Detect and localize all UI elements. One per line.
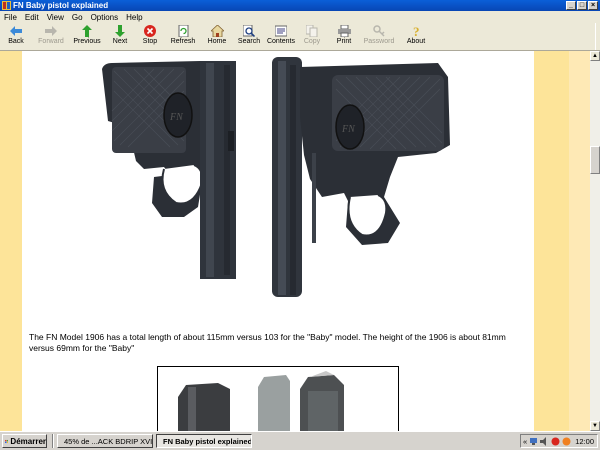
forward-arrow-icon (44, 24, 58, 38)
home-icon (210, 24, 224, 38)
left-decor-band (0, 51, 22, 431)
forward-button[interactable]: Forward (38, 24, 64, 45)
taskbar-item-browser[interactable]: FN Baby pistol explained (156, 434, 252, 448)
vertical-scrollbar[interactable]: ▲ ▼ (590, 51, 600, 431)
maximize-button[interactable]: □ (577, 1, 587, 10)
copy-label: Copy (303, 38, 321, 45)
refresh-icon (176, 24, 190, 38)
search-label: Search (237, 38, 261, 45)
forward-label: Forward (38, 38, 64, 45)
print-button[interactable]: Print (334, 24, 354, 45)
menu-edit[interactable]: Edit (21, 13, 43, 22)
about-icon: ? (409, 24, 423, 38)
taskbar-item-download[interactable]: 45% de ...ACK BDRIP XVI... (57, 434, 153, 448)
menu-help[interactable]: Help (122, 13, 146, 22)
page-body: FN FN The FN Model 1906 has a total leng… (22, 51, 534, 431)
down-arrow-icon (113, 24, 127, 38)
taskbar-item-label: 45% de ...ACK BDRIP XVI... (64, 436, 153, 446)
up-arrow-icon (80, 24, 94, 38)
scroll-down-button[interactable]: ▼ (590, 421, 600, 431)
print-icon (337, 24, 351, 38)
shield-icon[interactable] (551, 437, 560, 446)
home-button[interactable]: Home (206, 24, 228, 45)
clock[interactable]: 12:00 (575, 437, 597, 446)
stop-button[interactable]: Stop (140, 24, 160, 45)
pistols-comparison-photo: FN FN (100, 57, 475, 312)
menu-view[interactable]: View (43, 13, 68, 22)
about-button[interactable]: ? About (404, 24, 428, 45)
taskbar: Démarrer 45% de ...ACK BDRIP XVI... FN B… (0, 431, 600, 450)
stop-icon (143, 24, 157, 38)
security-icon[interactable] (562, 437, 571, 446)
copy-icon (305, 24, 319, 38)
print-label: Print (336, 38, 352, 45)
password-button[interactable]: Password (362, 24, 396, 45)
start-button[interactable]: Démarrer (2, 434, 47, 448)
window-controls: _ □ × (566, 1, 598, 10)
taskbar-separator (52, 434, 54, 448)
stop-label: Stop (142, 38, 158, 45)
about-label: About (406, 38, 426, 45)
copy-button[interactable]: Copy (302, 24, 322, 45)
back-arrow-icon (9, 24, 23, 38)
menu-go[interactable]: Go (68, 13, 87, 22)
password-label: Password (363, 38, 395, 45)
contents-icon (274, 24, 288, 38)
volume-icon[interactable] (540, 436, 549, 446)
network-icon[interactable] (529, 437, 538, 446)
svg-text:?: ? (413, 25, 420, 37)
svg-text:FN: FN (169, 112, 184, 123)
svg-text:FN: FN (341, 124, 356, 135)
previous-button[interactable]: Previous (73, 24, 101, 45)
back-button[interactable]: Back (6, 24, 26, 45)
minimize-button[interactable]: _ (566, 1, 576, 10)
search-button[interactable]: Search (238, 24, 260, 45)
system-tray: « 12:00 (520, 434, 598, 448)
pistol-length-caption: The FN Model 1906 has a total length of … (29, 331, 506, 353)
refresh-button[interactable]: Refresh (170, 24, 196, 45)
toolbar: Back Forward Previous Next Stop Refresh … (0, 23, 600, 51)
menu-bar: File Edit View Go Options Help (0, 11, 600, 23)
windows-logo-icon (5, 439, 9, 443)
content-area: FN FN The FN Model 1906 has a total leng… (0, 51, 590, 431)
menu-file[interactable]: File (0, 13, 21, 22)
right-decor-band-light (569, 51, 590, 431)
scroll-thumb[interactable] (590, 146, 600, 174)
toolbar-grip (595, 23, 600, 50)
close-button[interactable]: × (588, 1, 598, 10)
right-decor-band (534, 51, 569, 431)
previous-label: Previous (73, 38, 101, 45)
contents-button[interactable]: Contents (266, 24, 296, 45)
window-title: FN Baby pistol explained (13, 1, 109, 10)
magazines-photo (157, 366, 399, 431)
back-label: Back (8, 38, 24, 45)
taskbar-item-label: FN Baby pistol explained (163, 436, 252, 446)
title-bar[interactable]: FN Baby pistol explained _ □ × (0, 0, 600, 11)
search-icon (242, 24, 256, 38)
next-button[interactable]: Next (110, 24, 130, 45)
start-label: Démarrer (10, 436, 46, 446)
next-label: Next (112, 38, 128, 45)
refresh-label: Refresh (170, 38, 196, 45)
home-label: Home (207, 38, 227, 45)
scroll-up-button[interactable]: ▲ (590, 51, 600, 61)
tray-expand-icon[interactable]: « (523, 437, 527, 446)
password-icon (372, 24, 386, 38)
contents-label: Contents (266, 38, 296, 45)
menu-options[interactable]: Options (87, 13, 123, 22)
app-icon (2, 1, 11, 10)
